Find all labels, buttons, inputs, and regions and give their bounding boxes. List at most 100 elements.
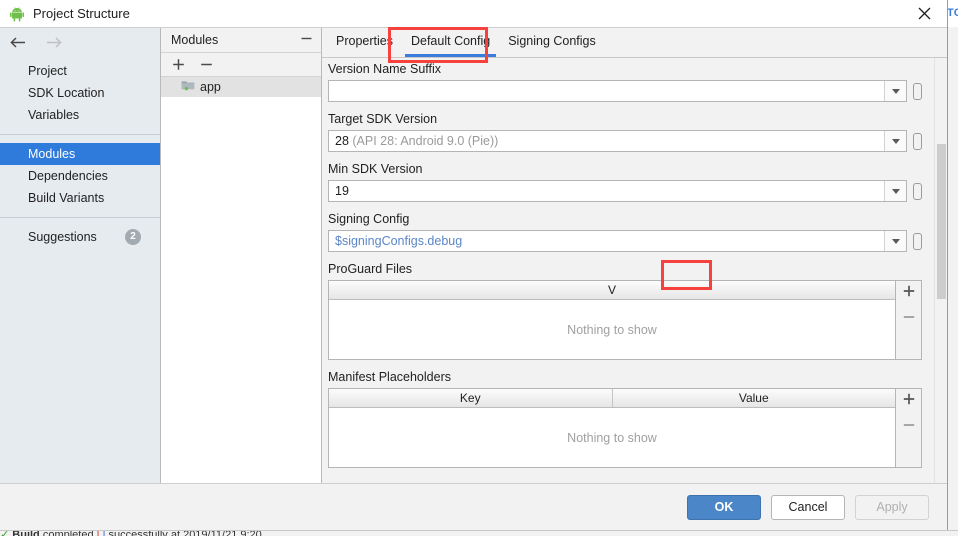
field-version-name-suffix xyxy=(328,80,922,102)
field-target-sdk-version: 28 (API 28: Android 9.0 (Pie)) xyxy=(328,130,922,152)
nav-history-controls xyxy=(0,28,160,56)
column-header-v[interactable]: V xyxy=(329,281,895,299)
label-proguard-files: ProGuard Files xyxy=(328,262,413,276)
proguard-files-empty-message: Nothing to show xyxy=(329,300,895,359)
minus-icon[interactable] xyxy=(902,310,916,324)
minus-icon[interactable] xyxy=(902,418,916,432)
modules-panel: Modules app xyxy=(161,28,322,483)
manifest-placeholders-empty-message: Nothing to show xyxy=(329,408,895,467)
target-sdk-version-number: 28 xyxy=(335,134,349,148)
modules-panel-header: Modules xyxy=(161,28,321,53)
target-sdk-version-value: 28 (API 28: Android 9.0 (Pie)) xyxy=(329,134,884,148)
plus-icon[interactable] xyxy=(171,58,185,72)
field-signing-config: $signingConfigs.debug xyxy=(328,230,922,252)
tab-default-config[interactable]: Default Config xyxy=(402,29,499,57)
column-header-key[interactable]: Key xyxy=(329,389,612,407)
modules-tree: app xyxy=(161,77,321,483)
project-structure-dialog: Project Structure Project SDK Location V… xyxy=(0,0,948,531)
table-header-row: V xyxy=(329,281,895,300)
plus-icon[interactable] xyxy=(902,392,916,406)
tree-item-app[interactable]: app xyxy=(161,77,321,97)
sidebar-item-label: SDK Location xyxy=(28,86,105,100)
nav-item-list: Project SDK Location Variables Modules D… xyxy=(0,56,160,248)
dialog-titlebar: Project Structure xyxy=(0,0,947,27)
manifest-placeholders-table: Key Value Nothing to show xyxy=(328,388,922,468)
min-sdk-version-combo[interactable]: 19 xyxy=(328,180,907,202)
cancel-button[interactable]: Cancel xyxy=(771,494,845,520)
modules-toolbar xyxy=(161,53,321,77)
left-navigation-panel: Project SDK Location Variables Modules D… xyxy=(0,28,161,483)
target-sdk-version-description: (API 28: Android 9.0 (Pie)) xyxy=(352,134,499,148)
sidebar-item-project[interactable]: Project xyxy=(0,60,160,82)
form-scroll-content: Version Name Suffix Target SDK Version 2… xyxy=(322,58,934,483)
label-signing-config: Signing Config xyxy=(328,212,410,226)
dialog-footer: OK Cancel Apply xyxy=(0,483,947,530)
proguard-files-grid[interactable]: V Nothing to show xyxy=(328,280,896,360)
dialog-body: Project SDK Location Variables Modules D… xyxy=(0,27,947,483)
chevron-down-icon[interactable] xyxy=(884,81,906,101)
nav-divider xyxy=(0,217,160,218)
sidebar-item-label: Project xyxy=(28,64,67,78)
signing-config-combo[interactable]: $signingConfigs.debug xyxy=(328,230,907,252)
form-vertical-scrollbar[interactable] xyxy=(934,58,947,483)
label-min-sdk-version: Min SDK Version xyxy=(328,162,423,176)
arrow-left-icon[interactable] xyxy=(10,36,27,49)
sidebar-item-label: Build Variants xyxy=(28,191,105,205)
chevron-down-icon[interactable] xyxy=(884,131,906,151)
content-panel: Properties Default Config Signing Config… xyxy=(322,28,947,483)
close-icon[interactable] xyxy=(901,0,947,27)
min-sdk-version-value: 19 xyxy=(335,184,349,198)
suggestions-count-badge: 2 xyxy=(125,229,141,245)
proguard-files-actions xyxy=(896,280,922,360)
field-min-sdk-version: 19 xyxy=(328,180,922,202)
label-manifest-placeholders: Manifest Placeholders xyxy=(328,370,451,384)
modules-header-label: Modules xyxy=(171,33,219,47)
label-version-name-suffix: Version Name Suffix xyxy=(328,62,442,76)
sidebar-item-sdk-location[interactable]: SDK Location xyxy=(0,82,160,104)
tab-bar: Properties Default Config Signing Config… xyxy=(322,28,947,57)
tab-label: Signing Configs xyxy=(508,34,596,48)
chevron-down-icon[interactable] xyxy=(884,231,906,251)
tab-label: Properties xyxy=(336,34,393,48)
sidebar-item-dependencies[interactable]: Dependencies xyxy=(0,165,160,187)
table-header-row: Key Value xyxy=(329,389,895,408)
default-config-form: Version Name Suffix Target SDK Version 2… xyxy=(322,57,947,483)
column-header-value[interactable]: Value xyxy=(611,389,896,407)
minus-icon[interactable] xyxy=(199,58,213,72)
tab-signing-configs[interactable]: Signing Configs xyxy=(499,29,605,57)
tree-item-label: app xyxy=(200,79,221,94)
variable-button-icon[interactable] xyxy=(913,182,922,200)
chevron-down-icon[interactable] xyxy=(884,181,906,201)
apply-button: Apply xyxy=(855,494,929,520)
manifest-placeholders-grid[interactable]: Key Value Nothing to show xyxy=(328,388,896,468)
module-folder-icon xyxy=(181,79,195,95)
sidebar-item-variables[interactable]: Variables xyxy=(0,104,160,126)
nav-divider xyxy=(0,134,160,135)
variable-button-icon[interactable] xyxy=(913,82,922,100)
android-robot-icon xyxy=(9,6,33,22)
variable-button-icon[interactable] xyxy=(913,232,922,250)
sidebar-item-label: Variables xyxy=(28,108,80,122)
tab-properties[interactable]: Properties xyxy=(327,29,402,57)
sidebar-item-suggestions[interactable]: Suggestions 2 xyxy=(0,226,160,248)
version-name-suffix-combo[interactable] xyxy=(328,80,907,102)
label-target-sdk-version: Target SDK Version xyxy=(328,112,438,126)
arrow-right-icon xyxy=(45,36,62,49)
ok-button[interactable]: OK xyxy=(687,494,761,520)
sidebar-item-label: Suggestions xyxy=(28,230,97,244)
scrollbar-thumb[interactable] xyxy=(937,144,946,299)
signing-config-value: $signingConfigs.debug xyxy=(335,234,463,248)
plus-icon[interactable] xyxy=(902,284,916,298)
minus-icon[interactable] xyxy=(300,32,313,48)
proguard-files-table: V Nothing to show xyxy=(328,280,922,360)
sidebar-item-label: Modules xyxy=(28,147,76,161)
background-ide-status-fragment: ✓ Build completed | | successfully at 20… xyxy=(0,530,958,536)
variable-button-icon[interactable] xyxy=(913,132,922,150)
dialog-title: Project Structure xyxy=(33,6,130,21)
target-sdk-version-combo[interactable]: 28 (API 28: Android 9.0 (Pie)) xyxy=(328,130,907,152)
sidebar-item-modules[interactable]: Modules xyxy=(0,143,160,165)
screen: TC Project Structure Project SDK Locatio… xyxy=(0,0,958,536)
sidebar-item-label: Dependencies xyxy=(28,169,108,183)
sidebar-item-build-variants[interactable]: Build Variants xyxy=(0,187,160,209)
manifest-placeholders-actions xyxy=(896,388,922,468)
